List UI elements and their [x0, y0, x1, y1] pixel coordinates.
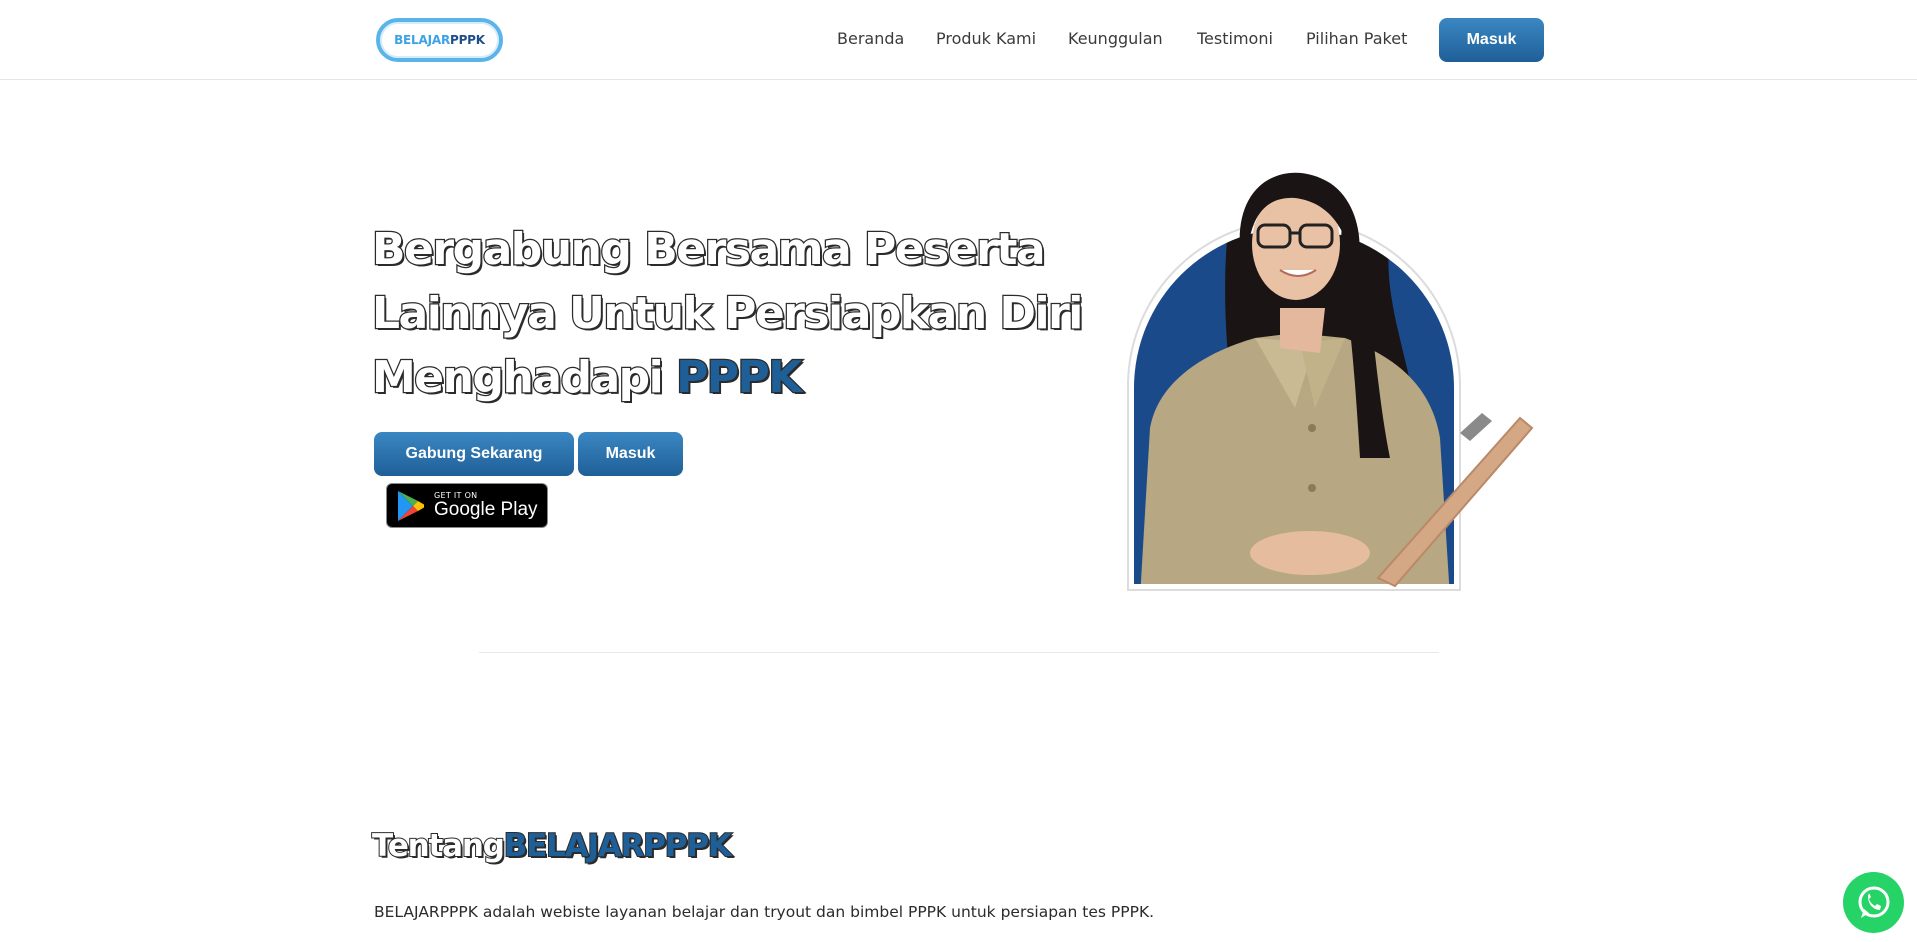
logo-text-pppk: PPPK: [449, 33, 485, 47]
hero-title: Bergabung Bersama Peserta Lainnya Untuk …: [371, 218, 1092, 410]
whatsapp-icon: [1858, 886, 1889, 918]
about-description: BELAJARPPPK adalah webiste layanan belaj…: [374, 903, 1155, 921]
nav-link-testimoni[interactable]: Testimoni: [1197, 29, 1273, 48]
hero-person-image: [1127, 172, 1534, 591]
hero-title-accent: PPPK: [675, 351, 804, 405]
hero-title-line-1: Bergabung Bersama Peserta: [371, 223, 1047, 277]
logo-text-belajar: BELAJAR: [394, 33, 450, 47]
nav-login-button[interactable]: Masuk: [1439, 18, 1544, 62]
nav-link-beranda[interactable]: Beranda: [837, 29, 904, 48]
whatsapp-button[interactable]: [1843, 872, 1904, 933]
section-divider: [479, 652, 1439, 653]
nav-link-keunggulan[interactable]: Keunggulan: [1068, 29, 1163, 48]
join-now-button[interactable]: Gabung Sekarang: [374, 432, 574, 476]
hero-title-line-3: Menghadapi: [371, 351, 665, 405]
navbar: BELAJAR PPPK Beranda Produk Kami Keunggul…: [0, 0, 1917, 80]
nav-link-pilihan-paket[interactable]: Pilihan Paket: [1306, 29, 1407, 48]
nav-link-produk-kami[interactable]: Produk Kami: [936, 29, 1036, 48]
google-play-badge[interactable]: GET IT ON Google Play: [386, 483, 548, 528]
hero-login-button[interactable]: Masuk: [578, 432, 683, 476]
google-play-icon: [398, 490, 424, 521]
brand-logo[interactable]: BELAJAR PPPK: [376, 18, 503, 62]
about-title: TentangBELAJARPPPK: [371, 827, 733, 865]
hero-title-line-2: Lainnya Untuk Persiapkan Diri: [371, 287, 1085, 341]
google-play-big-text: Google Play: [434, 499, 538, 520]
about-title-prefix: Tentang: [371, 827, 506, 865]
about-title-accent: BELAJARPPPK: [503, 827, 733, 865]
